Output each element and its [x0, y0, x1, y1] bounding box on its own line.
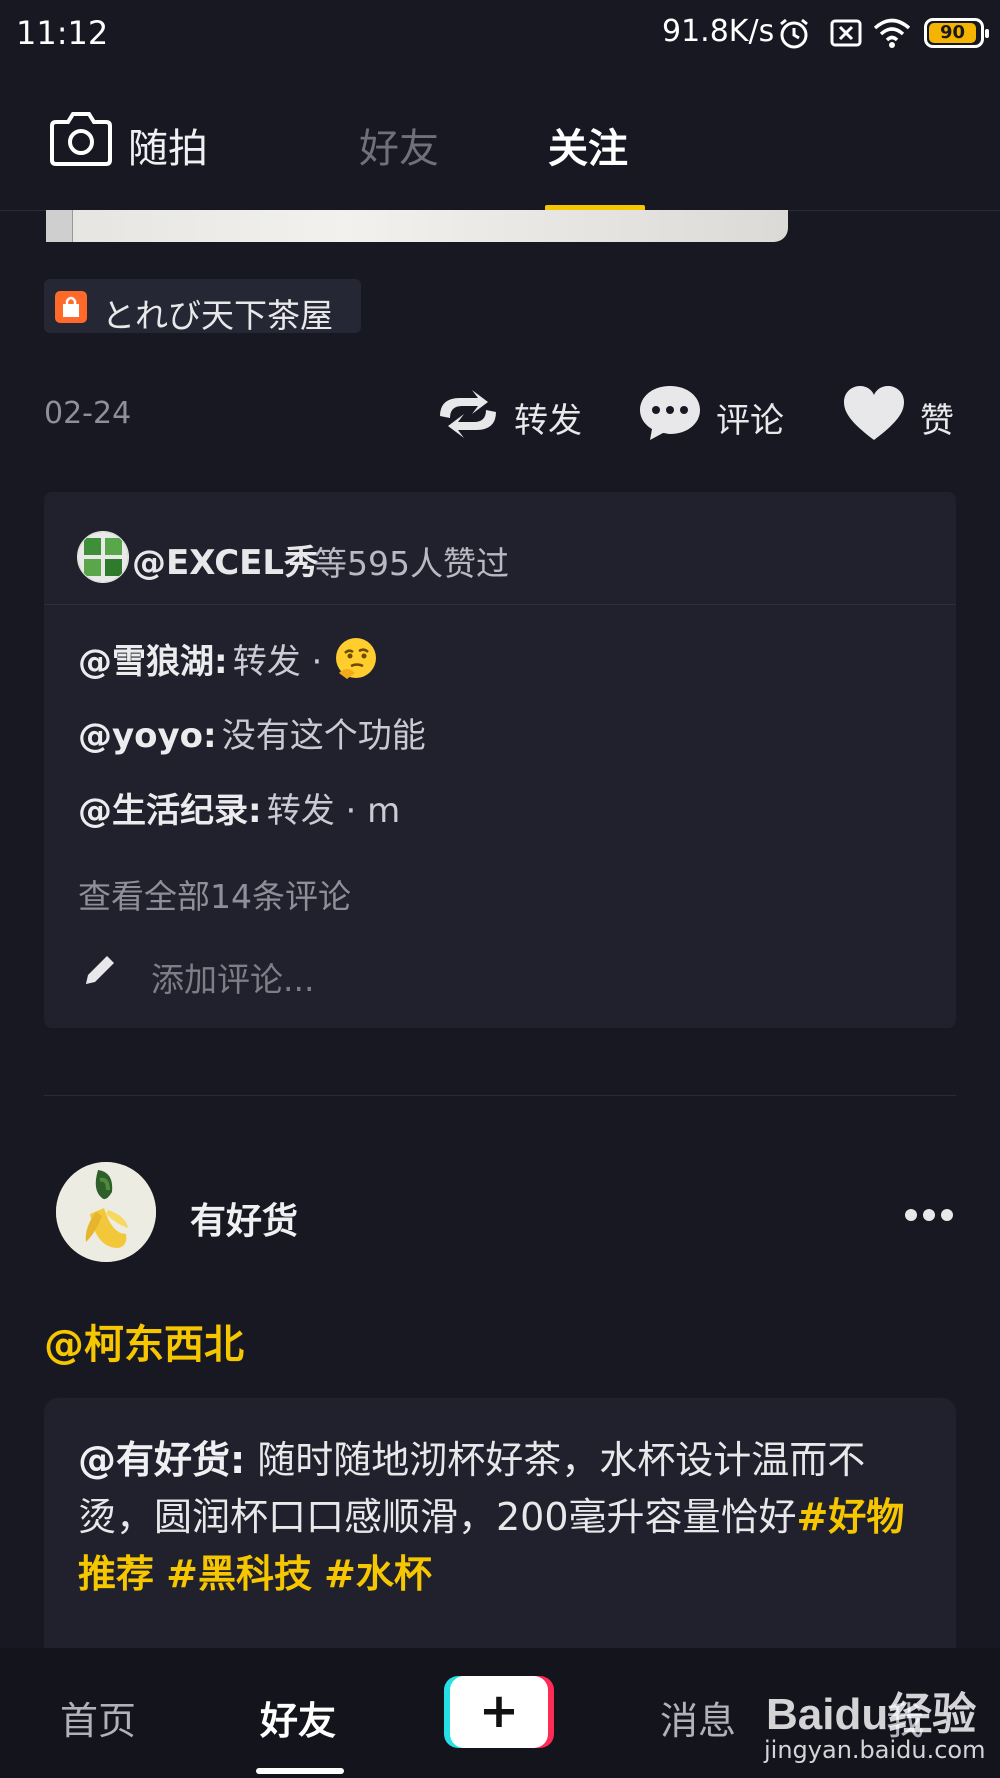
create-button[interactable]: +: [444, 1676, 554, 1748]
like-button[interactable]: 赞: [920, 393, 954, 442]
network-speed: 91.8K/s: [662, 14, 775, 49]
tab-following[interactable]: 关注: [548, 116, 628, 174]
hashtag-link[interactable]: #黑科技: [166, 1552, 312, 1596]
mention-link[interactable]: @柯东西北: [44, 1312, 244, 1370]
post-text: @有好货: 随时随地沏杯好茶，水杯设计温而不烫，圆润杯口口感顺滑，200毫升容量…: [78, 1432, 928, 1603]
pencil-icon[interactable]: [80, 950, 120, 990]
content-username[interactable]: @有好货:: [78, 1438, 245, 1482]
comment-text: 转发 ·: [232, 642, 334, 682]
comment-username[interactable]: @yoyo:: [78, 716, 217, 756]
divider: [44, 1095, 956, 1096]
comment-item[interactable]: @雪狼湖: 转发 ·: [78, 634, 379, 683]
repost-button[interactable]: 转发: [514, 393, 582, 442]
status-time: 11:12: [16, 14, 109, 52]
nav-messages[interactable]: 消息: [660, 1690, 736, 1745]
shop-name: とれび天下茶屋: [102, 296, 333, 335]
thinking-emoji-icon: [336, 638, 377, 679]
view-all-comments-link[interactable]: 查看全部14条评论: [78, 870, 351, 918]
liker-username[interactable]: @EXCEL秀: [132, 535, 318, 584]
hashtag-link[interactable]: #水杯: [324, 1552, 432, 1596]
post-image[interactable]: [46, 210, 788, 242]
plus-icon: +: [450, 1676, 548, 1748]
repost-icon[interactable]: [434, 388, 502, 440]
wifi-icon: [873, 18, 911, 48]
heart-icon[interactable]: [842, 384, 906, 442]
more-options-icon[interactable]: [903, 1207, 955, 1223]
comment-username[interactable]: @生活纪录:: [78, 791, 262, 831]
comment-item[interactable]: @生活纪录: 转发 · m: [78, 783, 400, 832]
author-name[interactable]: 有好货: [190, 1192, 298, 1244]
nav-home[interactable]: 首页: [60, 1690, 136, 1745]
comment-button[interactable]: 评论: [716, 393, 784, 442]
status-bar: 11:12 91.8K/s 90: [0, 0, 1000, 70]
battery-icon: 90: [924, 18, 989, 48]
camera-icon[interactable]: [50, 110, 112, 166]
nav-friends[interactable]: 好友: [260, 1690, 336, 1745]
watermark-brand: Baidu经验: [766, 1690, 977, 1739]
post-date: 02-24: [44, 396, 132, 431]
comment-item[interactable]: @yoyo: 没有这个功能: [78, 708, 426, 757]
alarm-icon: [780, 18, 808, 49]
battery-level: 90: [929, 23, 976, 43]
home-indicator: [256, 1768, 344, 1774]
author-avatar[interactable]: [56, 1162, 156, 1262]
camera-label[interactable]: 随拍: [128, 116, 208, 174]
watermark-url: jingyan.baidu.com: [764, 1736, 986, 1764]
shop-tag[interactable]: とれび天下茶屋: [44, 279, 361, 335]
tab-friends[interactable]: 好友: [359, 116, 439, 174]
likes-count-text[interactable]: 等595人赞过: [314, 537, 509, 585]
shopping-bag-icon: [55, 291, 87, 323]
comment-text: 没有这个功能: [221, 716, 426, 756]
sim-x-icon: [830, 19, 862, 47]
comment-icon[interactable]: [638, 382, 702, 444]
liker-avatar[interactable]: [77, 531, 129, 583]
watermark: Baidu经验 jingyan.baidu.com: [764, 1678, 985, 1764]
add-comment-input[interactable]: 添加评论...: [151, 953, 314, 1001]
comment-text: 转发 · m: [266, 791, 401, 831]
comment-username[interactable]: @雪狼湖:: [78, 642, 228, 682]
